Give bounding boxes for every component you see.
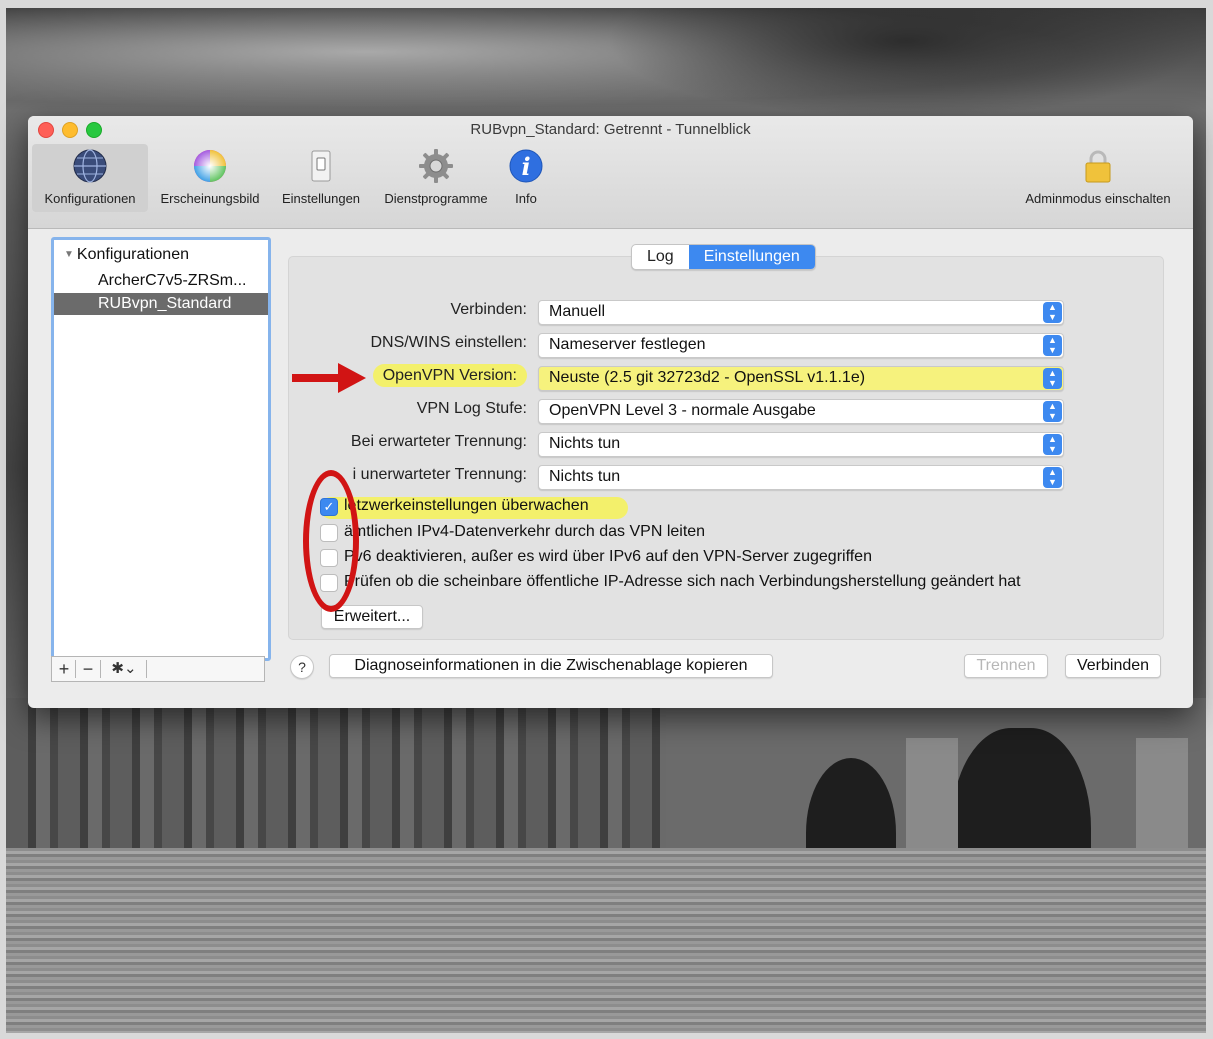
tab-log[interactable]: Log	[632, 245, 689, 269]
unexpected-disconnect-label: i unerwarteter Trennung:	[352, 466, 527, 483]
tab-einstellungen[interactable]: Einstellungen	[688, 245, 815, 269]
disclosure-triangle-icon[interactable]: ▼	[64, 249, 74, 260]
up-down-chevron-icon: ▲ ▼	[1043, 401, 1062, 422]
unexpected-disconnect-popup[interactable]: Nichts tun ▲ ▼	[538, 465, 1064, 490]
popup-value: Nichts tun	[549, 435, 621, 452]
toolbar-label: Konfigurationen	[44, 191, 136, 206]
help-button[interactable]: ?	[290, 655, 314, 679]
popup-value: Nichts tun	[549, 468, 621, 485]
log-level-popup[interactable]: OpenVPN Level 3 - normale Ausgabe ▲ ▼	[538, 399, 1064, 424]
tree-header[interactable]: ▼ Konfigurationen	[64, 246, 189, 264]
window-title: RUBvpn_Standard: Getrennt - Tunnelblick	[470, 121, 751, 138]
gear-icon	[418, 148, 454, 184]
river-water	[6, 848, 1206, 1033]
color-wheel-icon	[192, 148, 228, 184]
red-circle-annotation	[303, 470, 359, 612]
lock-icon	[1080, 148, 1116, 184]
remove-config-button[interactable]: −	[78, 657, 98, 681]
log-level-label: VPN Log Stufe:	[416, 400, 527, 417]
popup-value: OpenVPN Level 3 - normale Ausgabe	[549, 402, 816, 419]
divider	[100, 660, 101, 678]
red-arrow-annotation	[292, 363, 366, 393]
connect-label: Verbinden:	[450, 301, 527, 318]
copy-diagnostics-button[interactable]: Diagnoseinformationen in die Zwischenabl…	[329, 654, 773, 678]
up-down-chevron-icon: ▲ ▼	[1043, 335, 1062, 356]
toolbar-label: Dienstprogramme	[384, 191, 488, 206]
up-down-chevron-icon: ▲ ▼	[1043, 368, 1062, 389]
up-down-chevron-icon: ▲ ▼	[1043, 302, 1062, 323]
sidebar-footer: + − ✱⌄	[51, 656, 265, 682]
toolbar-label: Erscheinungsbild	[160, 191, 260, 206]
title-toolbar: RUBvpn_Standard: Getrennt - Tunnelblick …	[28, 116, 1193, 229]
expected-disconnect-label: Bei erwarteter Trennung:	[350, 433, 527, 450]
toolbar-adminmodus[interactable]: Adminmodus einschalten	[1012, 144, 1184, 212]
config-item-label: ArcherC7v5-ZRSm...	[98, 272, 247, 289]
toolbar-label: Einstellungen	[281, 191, 361, 206]
tab-segmented-control: Log Einstellungen	[631, 244, 816, 270]
toolbar-label: Info	[515, 191, 537, 206]
divider	[146, 660, 147, 678]
connect-popup[interactable]: Manuell ▲ ▼	[538, 300, 1064, 325]
checkbox-label: letzwerkeinstellungen überwachen	[344, 497, 589, 514]
openvpn-version-label: OpenVPN Version:	[28, 364, 527, 387]
toolbar-einstellungen[interactable]: Einstellungen	[274, 144, 368, 212]
info-icon: i	[508, 148, 544, 184]
toolbar-info[interactable]: i Info	[504, 144, 548, 212]
sky-dark-cloud	[606, 8, 1206, 118]
globe-icon	[72, 148, 108, 184]
dns-popup[interactable]: Nameserver festlegen ▲ ▼	[538, 333, 1064, 358]
toolbar-erscheinungsbild[interactable]: Erscheinungsbild	[150, 144, 270, 212]
popup-value: Manuell	[549, 303, 606, 320]
dns-label: DNS/WINS einstellen:	[370, 334, 528, 351]
add-config-button[interactable]: +	[54, 657, 74, 681]
svg-text:i: i	[521, 152, 530, 181]
building-facade	[6, 698, 706, 848]
monitor-network-checkbox-row[interactable]: ✓ letzwerkeinstellungen überwachen	[320, 497, 628, 519]
config-item[interactable]: ArcherC7v5-ZRSm...	[54, 270, 268, 292]
popup-value: Neuste (2.5 git 32723d2 - OpenSSL v1.1.1…	[549, 369, 866, 386]
connect-button[interactable]: Verbinden	[1065, 654, 1161, 678]
toolbar-dienstprogramme[interactable]: Dienstprogramme	[372, 144, 500, 212]
switch-icon	[303, 148, 339, 184]
expected-disconnect-popup[interactable]: Nichts tun ▲ ▼	[538, 432, 1064, 457]
popup-value: Nameserver festlegen	[549, 336, 706, 353]
up-down-chevron-icon: ▲ ▼	[1043, 434, 1062, 455]
disconnect-button[interactable]: Trennen	[964, 654, 1048, 678]
tunnelblick-window: RUBvpn_Standard: Getrennt - Tunnelblick …	[28, 116, 1193, 708]
tree-header-label: Konfigurationen	[76, 246, 189, 263]
up-down-chevron-icon: ▲ ▼	[1043, 467, 1062, 488]
openvpn-version-popup[interactable]: Neuste (2.5 git 32723d2 - OpenSSL v1.1.1…	[538, 366, 1064, 391]
divider	[75, 660, 76, 678]
toolbar-konfigurationen[interactable]: Konfigurationen	[32, 144, 148, 212]
toolbar-label: Adminmodus einschalten	[1025, 191, 1171, 206]
checkbox-label: Pv6 deaktivieren, außer es wird über IPv…	[344, 548, 872, 565]
checkbox-label: Prüfen ob die scheinbare öffentliche IP-…	[344, 573, 1021, 590]
checkbox-label: ämtlichen IPv4-Datenverkehr durch das VP…	[344, 523, 706, 540]
gear-menu-button[interactable]: ✱⌄	[104, 657, 144, 681]
